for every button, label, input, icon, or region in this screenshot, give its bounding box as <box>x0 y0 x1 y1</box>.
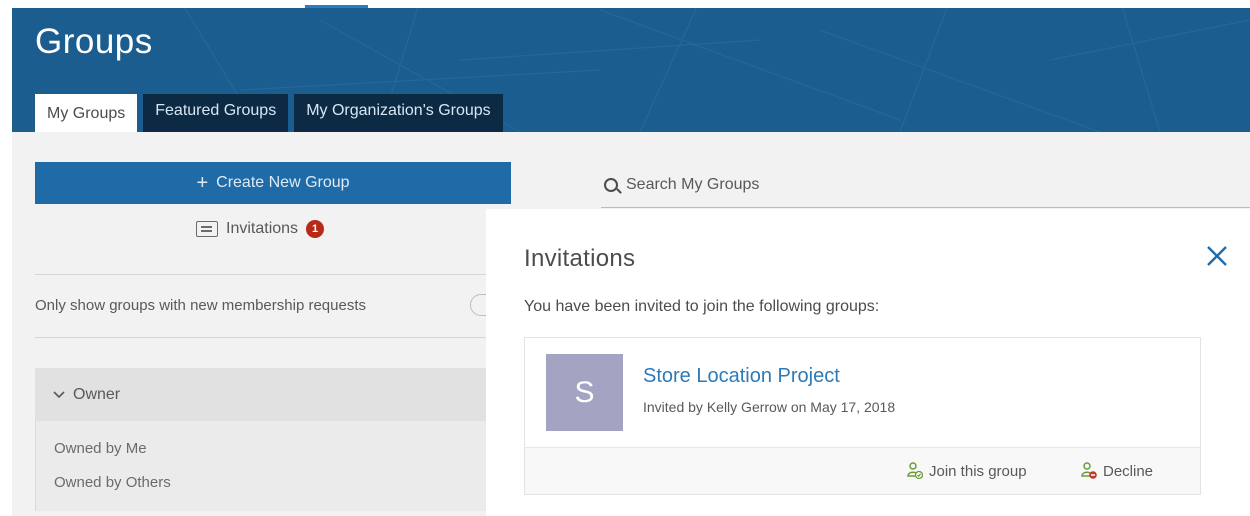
invitations-count-badge: 1 <box>306 220 325 238</box>
invited-by-text: Invited by Kelly Gerrow on May 17, 2018 <box>643 399 896 415</box>
invitations-link[interactable]: Invitations 1 <box>196 220 325 238</box>
create-new-group-label: Create New Group <box>216 174 350 191</box>
search-bar <box>601 162 1250 208</box>
invitation-card: S Store Location Project Invited by Kell… <box>524 337 1201 495</box>
owner-filter-options: Owned by Me Owned by Others <box>35 421 490 511</box>
content-left-margin <box>0 132 12 516</box>
owner-option-others[interactable]: Owned by Others <box>54 474 171 491</box>
top-nav-strip <box>0 0 1250 8</box>
top-nav-active-indicator <box>305 5 368 8</box>
join-user-icon <box>907 462 923 480</box>
page-left-margin <box>0 8 12 132</box>
invitation-actions: Join this group Decline <box>525 447 1200 494</box>
header-banner: Groups My Groups Featured Groups My Orga… <box>0 0 1250 132</box>
divider <box>35 274 490 275</box>
invitations-dialog: Invitations You have been invited to joi… <box>486 209 1250 516</box>
dialog-intro-text: You have been invited to join the follow… <box>524 298 880 315</box>
tab-featured-groups[interactable]: Featured Groups <box>143 94 289 132</box>
search-icon <box>604 177 618 192</box>
create-new-group-button[interactable]: + Create New Group <box>35 162 511 204</box>
tab-my-groups[interactable]: My Groups <box>35 94 138 132</box>
join-group-label: Join this group <box>929 462 1027 480</box>
decline-label: Decline <box>1103 462 1154 480</box>
join-group-button[interactable]: Join this group <box>907 462 1027 480</box>
chevron-down-icon <box>53 390 65 398</box>
close-icon[interactable] <box>1204 243 1230 269</box>
owner-option-me[interactable]: Owned by Me <box>54 440 147 457</box>
invitations-label: Invitations <box>226 220 299 237</box>
group-name-link[interactable]: Store Location Project <box>643 365 840 388</box>
search-input[interactable] <box>626 175 1186 194</box>
decline-button[interactable]: Decline <box>1081 462 1153 480</box>
decline-user-icon <box>1081 462 1097 479</box>
owner-filter-label: Owner <box>73 385 121 403</box>
group-tabs: My Groups Featured Groups My Organizatio… <box>35 94 509 132</box>
dialog-title: Invitations <box>524 245 636 272</box>
tab-organization-groups[interactable]: My Organization's Groups <box>294 94 503 132</box>
invitation-icon <box>196 221 218 237</box>
group-avatar: S <box>546 354 623 431</box>
owner-filter-header[interactable]: Owner <box>35 368 490 421</box>
page-title: Groups <box>35 22 153 61</box>
membership-requests-label: Only show groups with new membership req… <box>35 297 366 314</box>
invitation-card-body: S Store Location Project Invited by Kell… <box>525 338 1200 447</box>
divider <box>35 337 490 338</box>
plus-icon: + <box>196 172 209 194</box>
